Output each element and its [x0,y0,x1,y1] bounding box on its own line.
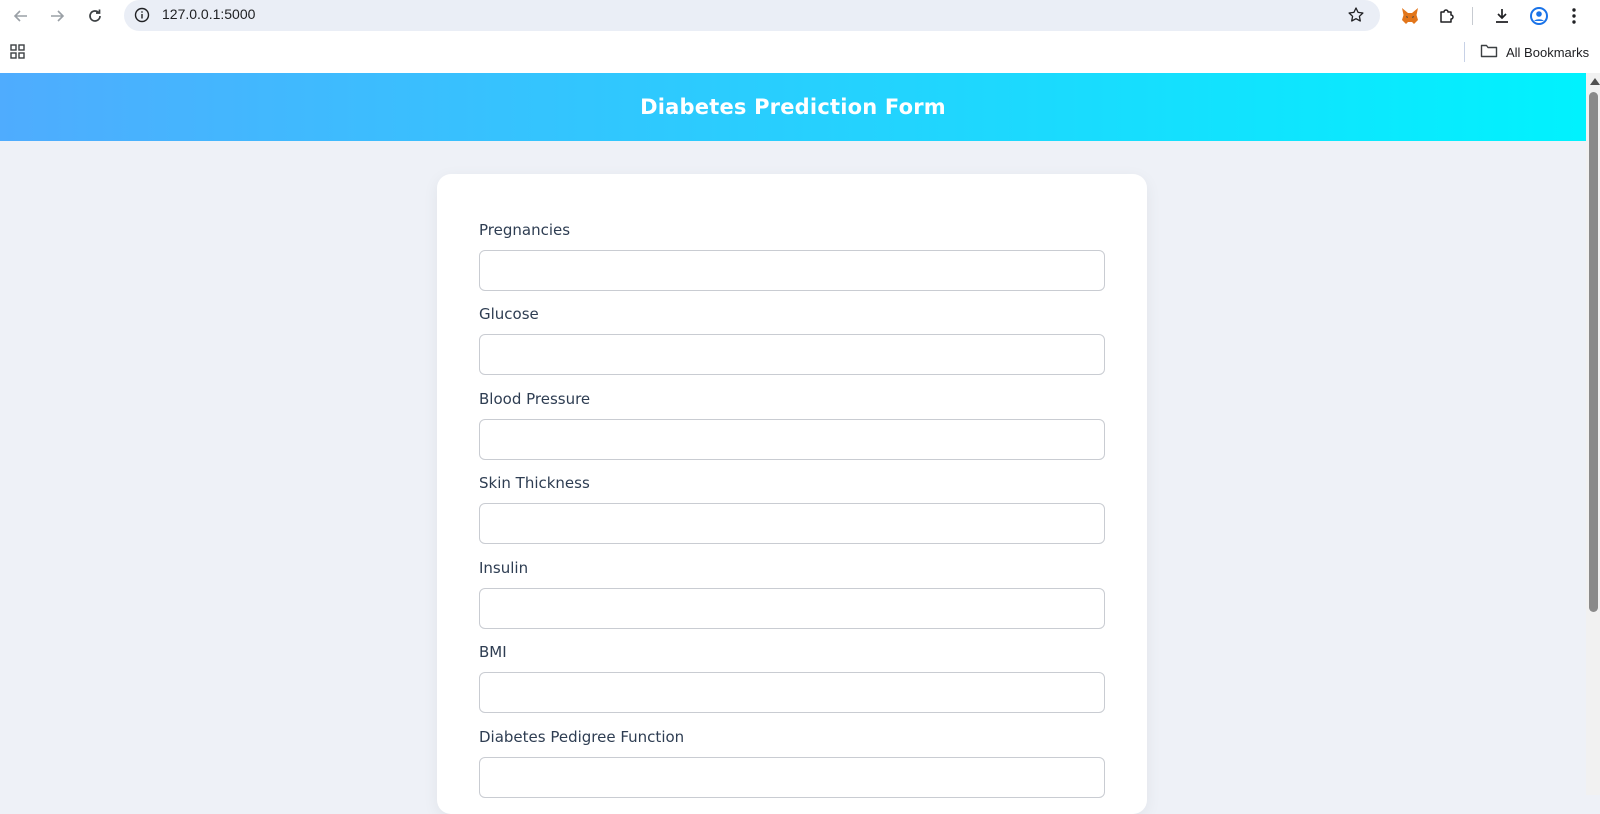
field-glucose: Glucose [479,304,1105,375]
pregnancies-input[interactable] [479,250,1105,291]
bookmarks-divider [1464,42,1465,62]
skin-thickness-input[interactable] [479,503,1105,544]
field-pregnancies: Pregnancies [479,220,1105,291]
download-icon[interactable] [1490,4,1514,28]
address-bar[interactable]: 127.0.0.1:5000 [124,0,1380,31]
scrollbar-thumb[interactable] [1589,92,1598,612]
forward-icon[interactable] [45,4,69,28]
page-header: Diabetes Prediction Form [0,73,1586,141]
bmi-label: BMI [479,643,507,661]
diabetes-pedigree-function-input[interactable] [479,757,1105,798]
pregnancies-label: Pregnancies [479,221,571,239]
toolbar-divider [1472,7,1473,25]
skin-thickness-label: Skin Thickness [479,474,590,492]
field-insulin: Insulin [479,558,1105,629]
blood-pressure-input[interactable] [479,419,1105,460]
scroll-up-arrow-icon[interactable] [1590,78,1600,85]
extensions-puzzle-icon[interactable] [1435,4,1459,28]
page-title: Diabetes Prediction Form [640,95,946,119]
insulin-label: Insulin [479,559,529,577]
glucose-input[interactable] [479,334,1105,375]
bookmark-star-icon[interactable] [1346,5,1366,25]
profile-icon[interactable] [1527,4,1551,28]
field-diabetes-pedigree-function: Diabetes Pedigree Function [479,727,1105,798]
insulin-input[interactable] [479,588,1105,629]
field-skin-thickness: Skin Thickness [479,473,1105,544]
back-icon[interactable] [9,4,33,28]
blood-pressure-label: Blood Pressure [479,390,591,408]
url-text[interactable]: 127.0.0.1:5000 [162,6,255,22]
all-bookmarks-button[interactable]: All Bookmarks [1480,43,1589,61]
bookmarks-bar: All Bookmarks [0,32,1600,73]
browser-toolbar: 127.0.0.1:5000 [0,0,1600,32]
site-info-icon[interactable] [134,7,150,23]
field-bmi: BMI [479,642,1105,713]
prediction-form-card: Pregnancies Glucose Blood Pressure Skin … [437,174,1147,814]
metamask-fox-icon[interactable] [1398,4,1422,28]
all-bookmarks-label: All Bookmarks [1506,44,1590,60]
folder-icon [1480,43,1498,61]
diabetes-pedigree-function-label: Diabetes Pedigree Function [479,728,685,746]
bmi-input[interactable] [479,672,1105,713]
apps-grid-icon[interactable] [9,43,27,61]
field-blood-pressure: Blood Pressure [479,389,1105,460]
reload-icon[interactable] [83,4,107,28]
menu-kebab-icon[interactable] [1562,4,1586,28]
glucose-label: Glucose [479,305,539,323]
